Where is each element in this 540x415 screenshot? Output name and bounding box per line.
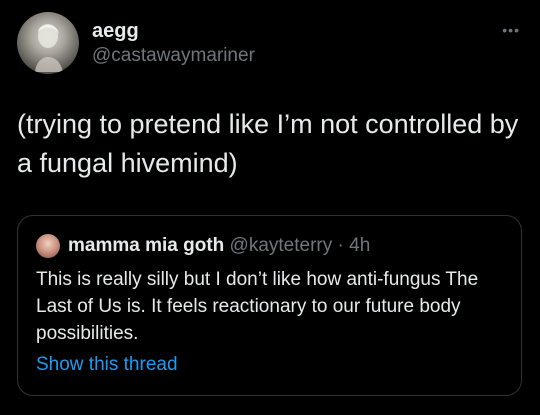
quote-text: This is really silly but I don’t like ho… [36, 269, 479, 344]
quote-header: mamma mia goth @kayteterry · 4h [68, 235, 370, 257]
avatar-photo [35, 24, 63, 72]
quote-avatar[interactable] [36, 234, 60, 258]
quote-author-handle[interactable]: @kayteterry [230, 235, 333, 256]
author-avatar[interactable] [17, 12, 79, 74]
quoted-tweet-card[interactable]: mamma mia goth @kayteterry · 4h This is … [17, 215, 522, 396]
author-name[interactable]: aegg [92, 20, 139, 43]
tweet-text: (trying to pretend like I’m not controll… [17, 109, 519, 178]
quote-author-name[interactable]: mamma mia goth [68, 235, 224, 256]
show-thread-link[interactable]: Show this thread [36, 354, 178, 376]
quote-time[interactable]: 4h [349, 235, 370, 256]
quote-separator: · [332, 235, 350, 256]
author-handle[interactable]: @castawaymariner [92, 45, 255, 67]
more-options-icon[interactable]: ••• [502, 22, 520, 38]
